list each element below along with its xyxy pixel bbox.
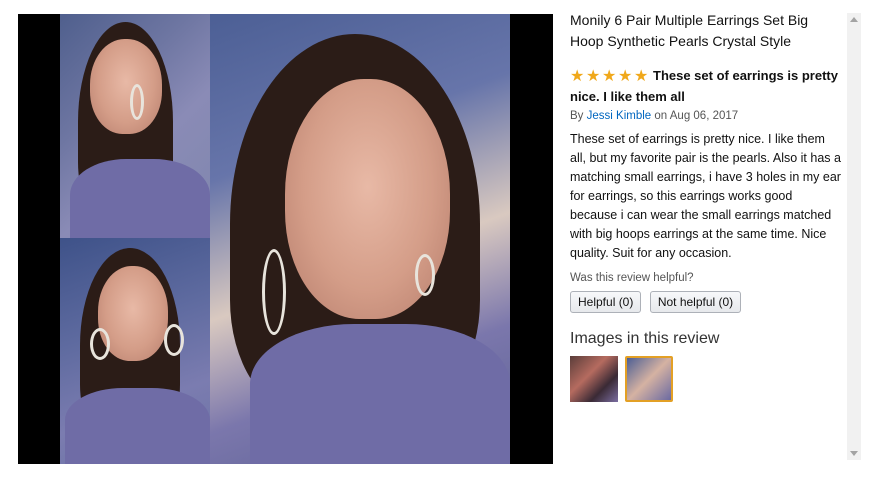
star-icon: ★ — [634, 68, 649, 85]
scroll-up-icon[interactable] — [850, 17, 858, 22]
star-icon: ★ — [602, 68, 617, 85]
star-icon: ★ — [618, 68, 633, 85]
review-body: These set of earrings is pretty nice. I … — [570, 132, 841, 260]
helpful-buttons: Helpful (0) Not helpful (0) — [570, 291, 842, 313]
by-prefix: By — [570, 110, 584, 122]
scroll-down-icon[interactable] — [850, 451, 858, 456]
images-section-title: Images in this review — [570, 330, 720, 347]
review-headline-row: ★ ★ ★ ★ ★ These set of earrings is pretty ni… — [570, 66, 842, 107]
image-thumbnails — [570, 356, 842, 402]
review-panel: Monily 6 Pair Multiple Earrings Set Big … — [570, 10, 842, 460]
star-rating: ★ ★ ★ ★ ★ — [570, 67, 650, 87]
photo-main — [210, 14, 510, 464]
collage-image — [60, 14, 510, 464]
review-date: Aug 06, 2017 — [669, 110, 739, 122]
photo-bottom-left — [60, 238, 210, 464]
product-title: Monily 6 Pair Multiple Earrings Set Big … — [570, 12, 809, 49]
review-image-viewer — [18, 14, 553, 464]
thumbnail-image-selected[interactable] — [625, 356, 674, 402]
author-link[interactable]: Jessi Kimble — [587, 110, 652, 122]
helpful-prompt: Was this review helpful? — [570, 272, 694, 284]
helpful-button[interactable]: Helpful (0) — [570, 291, 642, 313]
photo-top-left — [60, 14, 210, 238]
not-helpful-button[interactable]: Not helpful (0) — [649, 291, 742, 313]
star-icon: ★ — [570, 68, 585, 85]
date-prefix: on — [654, 110, 668, 122]
star-icon: ★ — [586, 68, 601, 85]
review-byline: By Jessi Kimble on Aug 06, 2017 — [570, 110, 842, 122]
scrollbar[interactable] — [847, 13, 861, 460]
thumbnail-image[interactable] — [570, 356, 618, 402]
